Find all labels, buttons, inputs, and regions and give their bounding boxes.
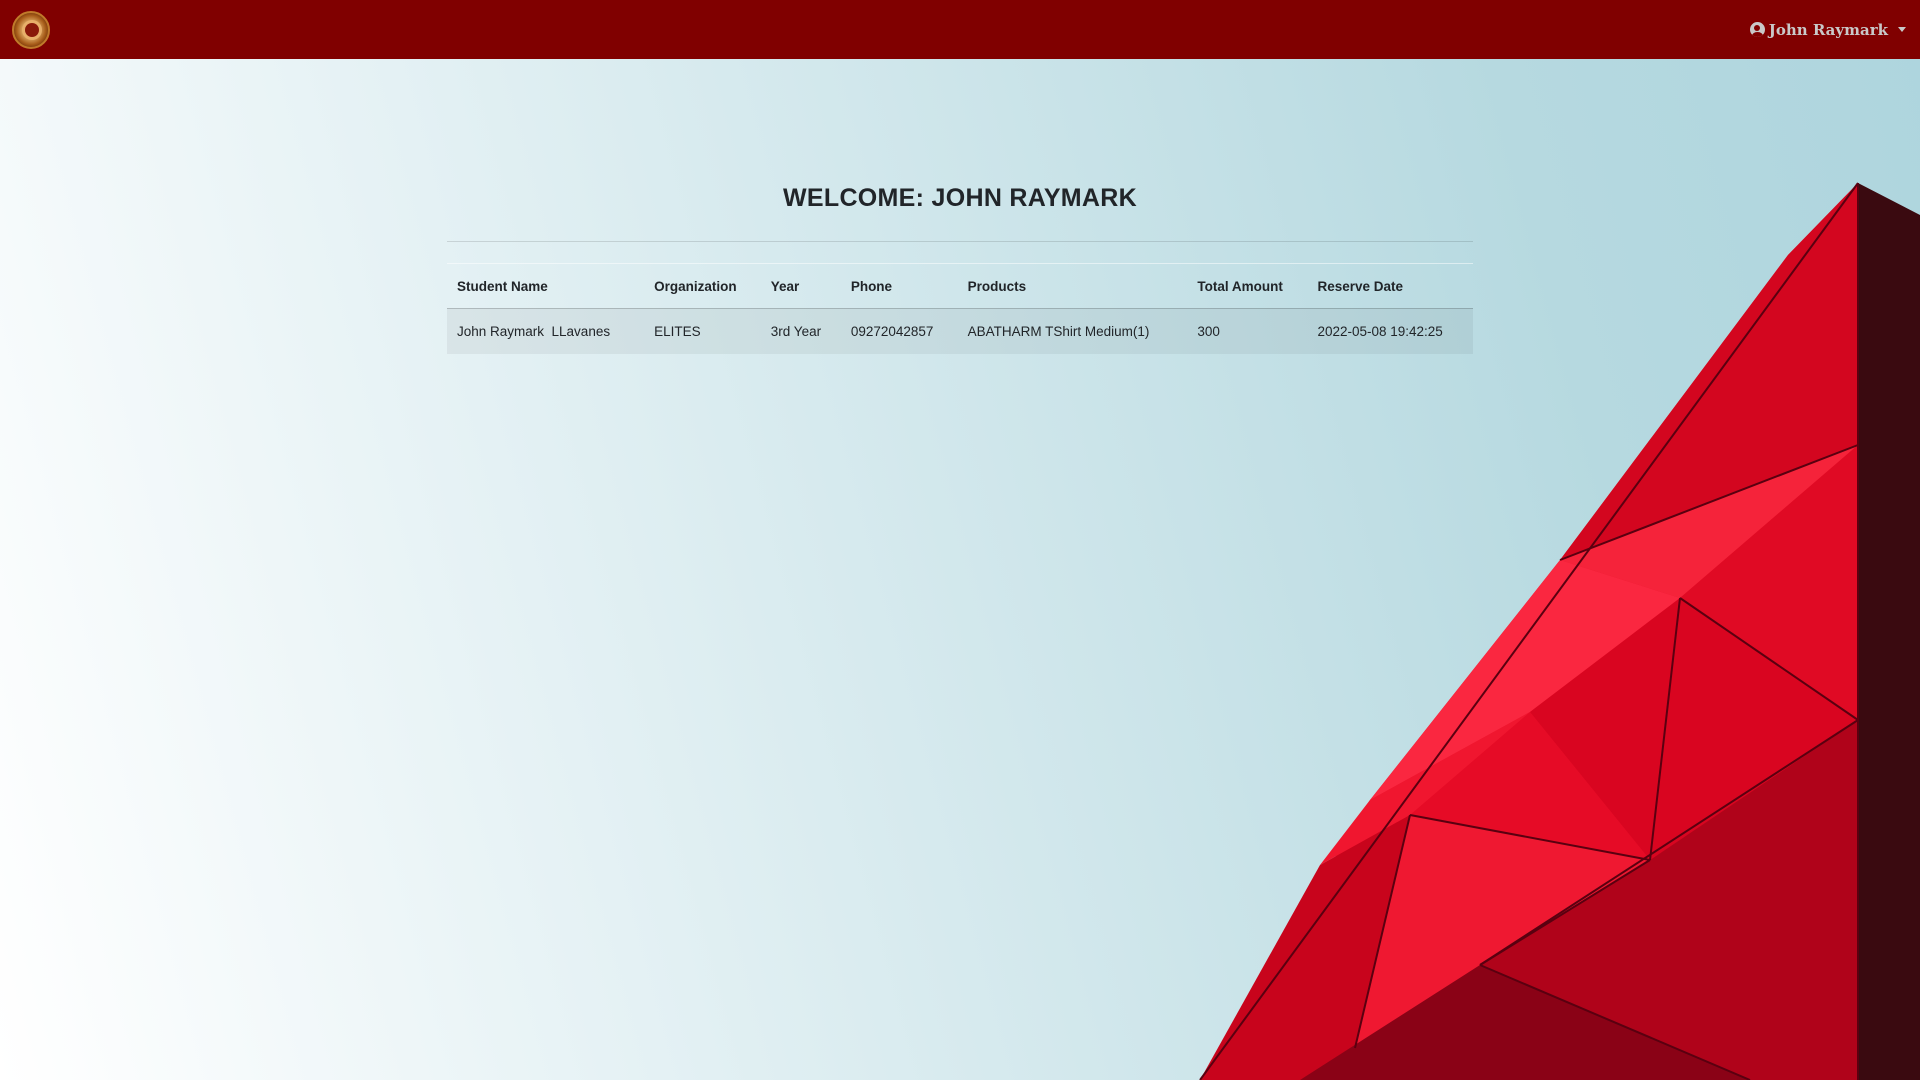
col-products: Products — [957, 263, 1188, 309]
col-total-amount: Total Amount — [1187, 263, 1308, 309]
col-student-name: Student Name — [447, 263, 645, 309]
top-navbar: John Raymark — [0, 0, 1920, 59]
cell-student-name: John Raymark LLavanes — [447, 308, 645, 354]
user-menu-dropdown[interactable]: John Raymark — [1749, 20, 1906, 39]
reservations-table: Student Name Organization Year Phone Pro… — [447, 263, 1473, 354]
cell-products: ABATHARM TShirt Medium(1) — [957, 308, 1188, 354]
col-reserve-date: Reserve Date — [1307, 263, 1473, 309]
main-content: WELCOME: JOHN RAYMARK Student Name Organ… — [447, 180, 1473, 354]
background-building-graphic — [1199, 182, 1920, 1080]
org-seal-icon[interactable] — [12, 10, 50, 49]
caret-down-icon — [1898, 27, 1906, 32]
page-title: WELCOME: JOHN RAYMARK — [783, 184, 1137, 212]
title-divider — [447, 241, 1473, 242]
cell-total-amount: 300 — [1187, 308, 1308, 354]
cell-reserve-date: 2022-05-08 19:42:25 — [1307, 308, 1473, 354]
table-header-row: Student Name Organization Year Phone Pro… — [447, 263, 1473, 309]
cell-phone: 09272042857 — [840, 308, 958, 354]
cell-organization: ELITES — [644, 308, 761, 354]
col-year: Year — [760, 263, 841, 309]
col-phone: Phone — [840, 263, 958, 309]
col-organization: Organization — [644, 263, 761, 309]
user-menu-name: John Raymark — [1768, 20, 1888, 39]
table-row: John Raymark LLavanes ELITES 3rd Year 09… — [447, 308, 1473, 354]
cell-year: 3rd Year — [760, 308, 841, 354]
user-circle-icon — [1749, 22, 1765, 37]
